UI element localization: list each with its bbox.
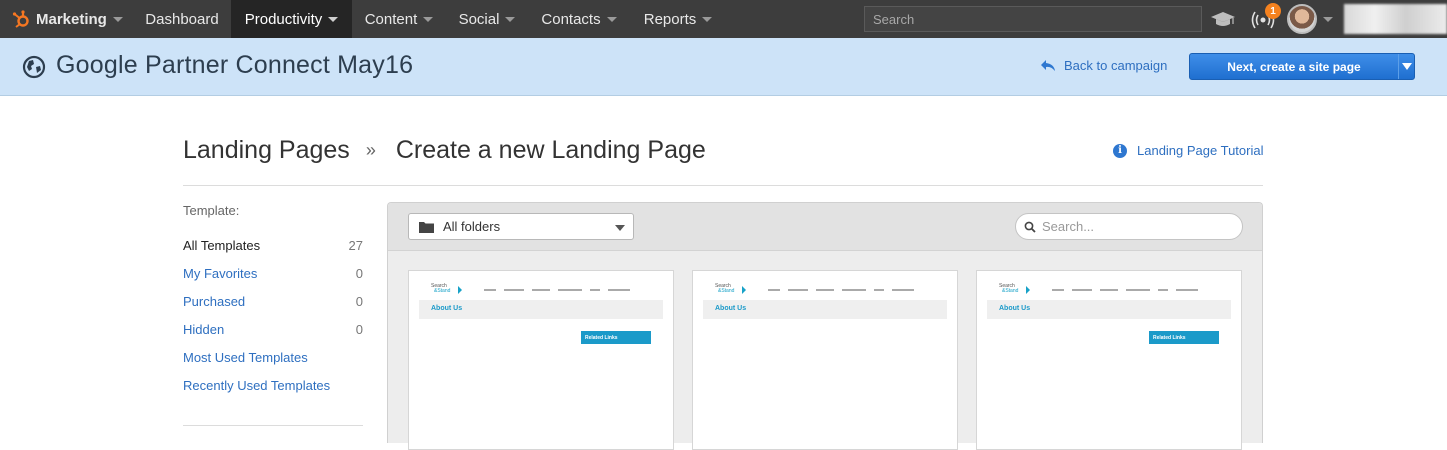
chevron-down-icon: [112, 16, 123, 22]
nav-item-contacts[interactable]: Contacts: [528, 0, 630, 38]
filter-purchased[interactable]: Purchased 0: [183, 291, 363, 311]
filter-label: Purchased: [183, 293, 246, 309]
notification-badge: 1: [1265, 3, 1281, 19]
account-name-redacted[interactable]: [1344, 4, 1447, 34]
reply-arrow-icon: [1041, 59, 1055, 71]
nav-brand-label: Marketing: [36, 10, 107, 28]
template-menu-preview: [484, 289, 630, 291]
template-related-links: Related Links: [581, 331, 651, 344]
chevron-down-icon: [328, 16, 339, 22]
template-related-links: Related Links: [1149, 331, 1219, 344]
nav-item-label: Productivity: [244, 10, 323, 28]
nav-item-label: Dashboard: [145, 10, 219, 28]
nav-item-reports[interactable]: Reports: [630, 0, 726, 38]
template-browser-toolbar: All folders: [388, 203, 1262, 251]
next-create-site-page-button[interactable]: Next, create a site page: [1189, 53, 1415, 80]
template-logo: Search &Stand: [715, 284, 749, 296]
next-button-label: Next, create a site page: [1227, 59, 1361, 74]
filter-most-used-templates[interactable]: Most Used Templates: [183, 347, 363, 367]
filter-label: All Templates: [183, 237, 261, 253]
template-heading: About Us: [431, 305, 463, 312]
folder-select[interactable]: All folders: [408, 213, 634, 240]
nav-item-label: Content: [364, 10, 418, 28]
folder-select-value: All folders: [443, 219, 501, 234]
nav-item-dashboard[interactable]: Dashboard: [133, 0, 231, 38]
avatar[interactable]: [1287, 4, 1317, 34]
filter-recently-used-templates[interactable]: Recently Used Templates: [183, 375, 363, 395]
logo-arrow-icon: [1026, 286, 1032, 294]
campaign-title: Google Partner Connect May16: [56, 51, 414, 79]
next-button-dropdown[interactable]: [1399, 63, 1414, 70]
nav-item-social[interactable]: Social: [446, 0, 528, 38]
template-logo-text: &Stand: [434, 288, 451, 294]
hubspot-sprocket-icon[interactable]: [12, 10, 30, 28]
template-heading: About Us: [715, 305, 747, 312]
campaign-header: Google Partner Connect May16 Back to cam…: [0, 38, 1447, 96]
global-search-input[interactable]: [873, 11, 1193, 27]
back-to-campaign-link[interactable]: Back to campaign: [1040, 58, 1167, 73]
template-search-input[interactable]: [1042, 219, 1222, 234]
global-search: [864, 6, 1202, 32]
filter-my-favorites[interactable]: My Favorites 0: [183, 263, 363, 283]
template-menu-preview: [768, 289, 914, 291]
sidebar-divider: [183, 425, 363, 426]
filter-count: 0: [355, 265, 363, 281]
chevron-down-icon: [423, 16, 434, 22]
template-logo-text: &Stand: [1002, 288, 1019, 294]
template-logo-text: &Stand: [718, 288, 735, 294]
template-logo: Search &Stand: [999, 284, 1033, 296]
template-menu-preview: [1052, 289, 1198, 291]
chevron-down-icon: [702, 16, 713, 22]
template-browser-panel: All folders Search &Stand About Us Relat…: [387, 202, 1263, 450]
nav-item-label: Reports: [643, 10, 697, 28]
search-icon: [1024, 221, 1036, 233]
filter-count: 0: [355, 321, 363, 337]
nav-item-content[interactable]: Content: [352, 0, 446, 38]
caret-down-icon: [615, 225, 625, 231]
nav-brand-marketing[interactable]: Marketing: [36, 0, 123, 38]
globe-icon: [22, 55, 46, 79]
nav-item-label: Contacts: [541, 10, 601, 28]
nav-item-label: Social: [458, 10, 500, 28]
template-filter-heading: Template:: [183, 203, 240, 218]
logo-arrow-icon: [458, 286, 464, 294]
landing-page-tutorial-link[interactable]: i Landing Page Tutorial: [1113, 143, 1263, 158]
tutorial-label: Landing Page Tutorial: [1137, 143, 1264, 158]
nav-item-productivity[interactable]: Productivity: [231, 0, 352, 38]
chevron-down-icon: [606, 16, 617, 22]
page-title: Create a new Landing Page: [395, 136, 706, 164]
info-icon: i: [1113, 143, 1127, 158]
breadcrumb-landing-pages[interactable]: Landing Pages: [183, 136, 350, 165]
folder-icon: [419, 221, 434, 233]
filter-label: Most Used Templates: [183, 349, 308, 365]
filter-count: 27: [348, 237, 363, 253]
chevron-down-icon[interactable]: [1323, 17, 1333, 22]
filter-label: My Favorites: [183, 265, 258, 281]
back-to-campaign-label: Back to campaign: [1064, 58, 1168, 73]
template-logo: Search &Stand: [431, 284, 465, 296]
top-navigation-bar: Marketing Dashboard Productivity Content…: [0, 0, 1447, 38]
logo-arrow-icon: [742, 286, 748, 294]
filter-label: Hidden: [183, 321, 225, 337]
graduation-cap-icon[interactable]: [1210, 9, 1236, 29]
template-card[interactable]: Search &Stand About Us: [692, 270, 958, 450]
caret-down-icon: [1401, 63, 1412, 70]
chevron-down-icon: [505, 16, 516, 22]
template-heading: About Us: [999, 305, 1031, 312]
template-search: [1015, 213, 1243, 240]
template-card[interactable]: Search &Stand About Us Related Links: [408, 270, 674, 450]
heading-divider: [183, 185, 1263, 186]
breadcrumb-separator: »: [365, 140, 376, 160]
filter-hidden[interactable]: Hidden 0: [183, 319, 363, 339]
filter-label: Recently Used Templates: [183, 377, 331, 393]
template-card[interactable]: Search &Stand About Us Related Links: [976, 270, 1242, 450]
filter-count: 0: [355, 293, 363, 309]
filter-all-templates[interactable]: All Templates 27: [183, 235, 363, 255]
breadcrumb: Landing Pages » Create a new Landing Pag…: [183, 136, 706, 165]
